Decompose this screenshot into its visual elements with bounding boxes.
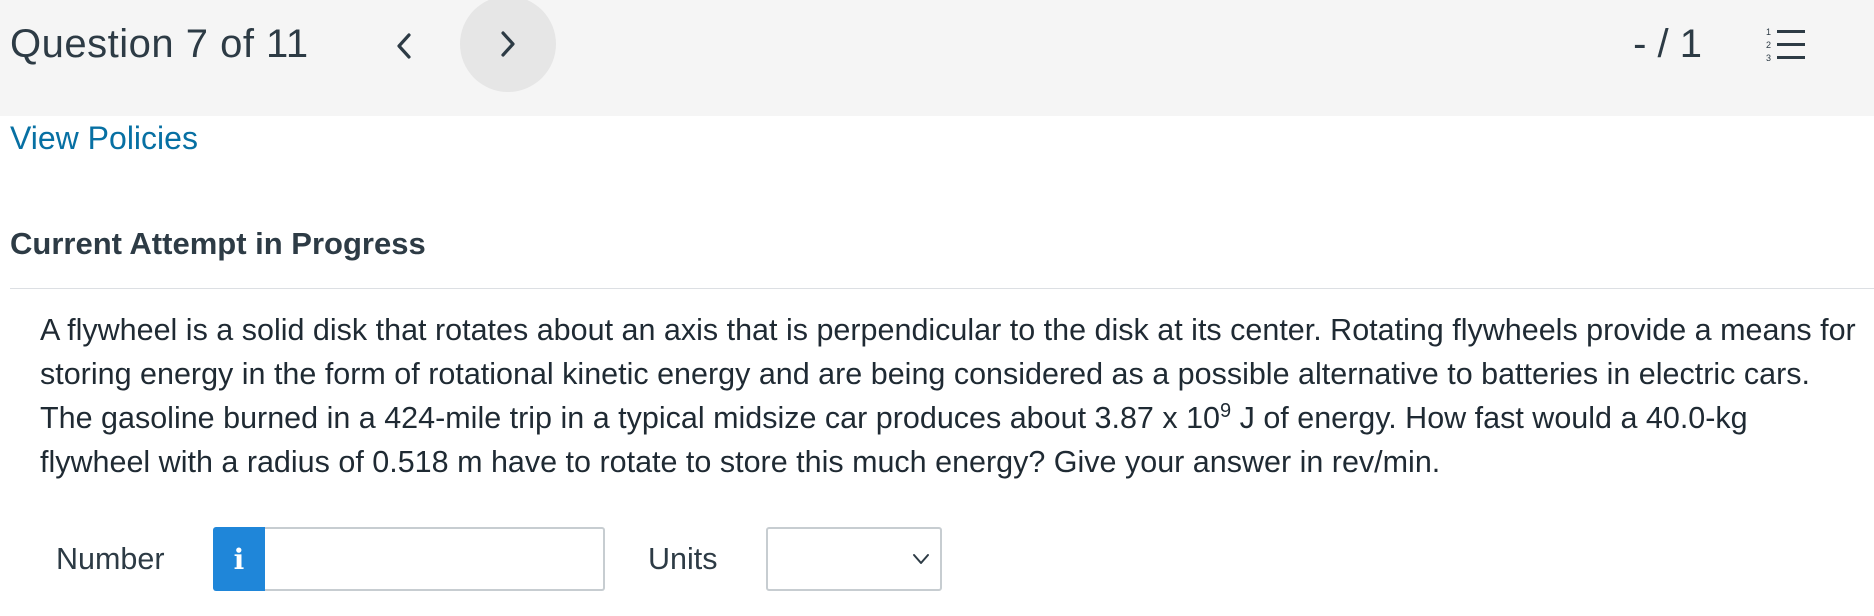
numbered-list-icon[interactable]: 1 2 3 bbox=[1766, 26, 1806, 66]
info-icon: i bbox=[233, 542, 245, 576]
svg-text:2: 2 bbox=[1766, 40, 1771, 50]
number-label: Number bbox=[56, 542, 165, 576]
score-display: - / 1 bbox=[1633, 22, 1702, 66]
chevron-down-icon bbox=[913, 554, 929, 564]
svg-text:1: 1 bbox=[1766, 27, 1771, 37]
attempt-heading: Current Attempt in Progress bbox=[10, 226, 426, 261]
previous-question-button[interactable] bbox=[356, 0, 452, 94]
energy-exponent: 9 bbox=[1220, 399, 1232, 422]
chevron-left-icon bbox=[397, 33, 411, 59]
info-button[interactable]: i bbox=[213, 527, 265, 591]
next-question-button[interactable] bbox=[460, 0, 556, 92]
section-divider bbox=[10, 288, 1874, 289]
question-counter: Question 7 of 11 bbox=[10, 22, 309, 66]
units-label: Units bbox=[648, 542, 718, 576]
svg-text:3: 3 bbox=[1766, 53, 1771, 63]
question-text: A flywheel is a solid disk that rotates … bbox=[40, 308, 1865, 484]
view-policies-link[interactable]: View Policies bbox=[10, 118, 198, 158]
chevron-right-icon bbox=[501, 31, 515, 57]
question-header: Question 7 of 11 - / 1 1 2 3 bbox=[0, 0, 1874, 116]
units-dropdown[interactable] bbox=[766, 527, 942, 591]
number-input[interactable] bbox=[265, 527, 605, 591]
